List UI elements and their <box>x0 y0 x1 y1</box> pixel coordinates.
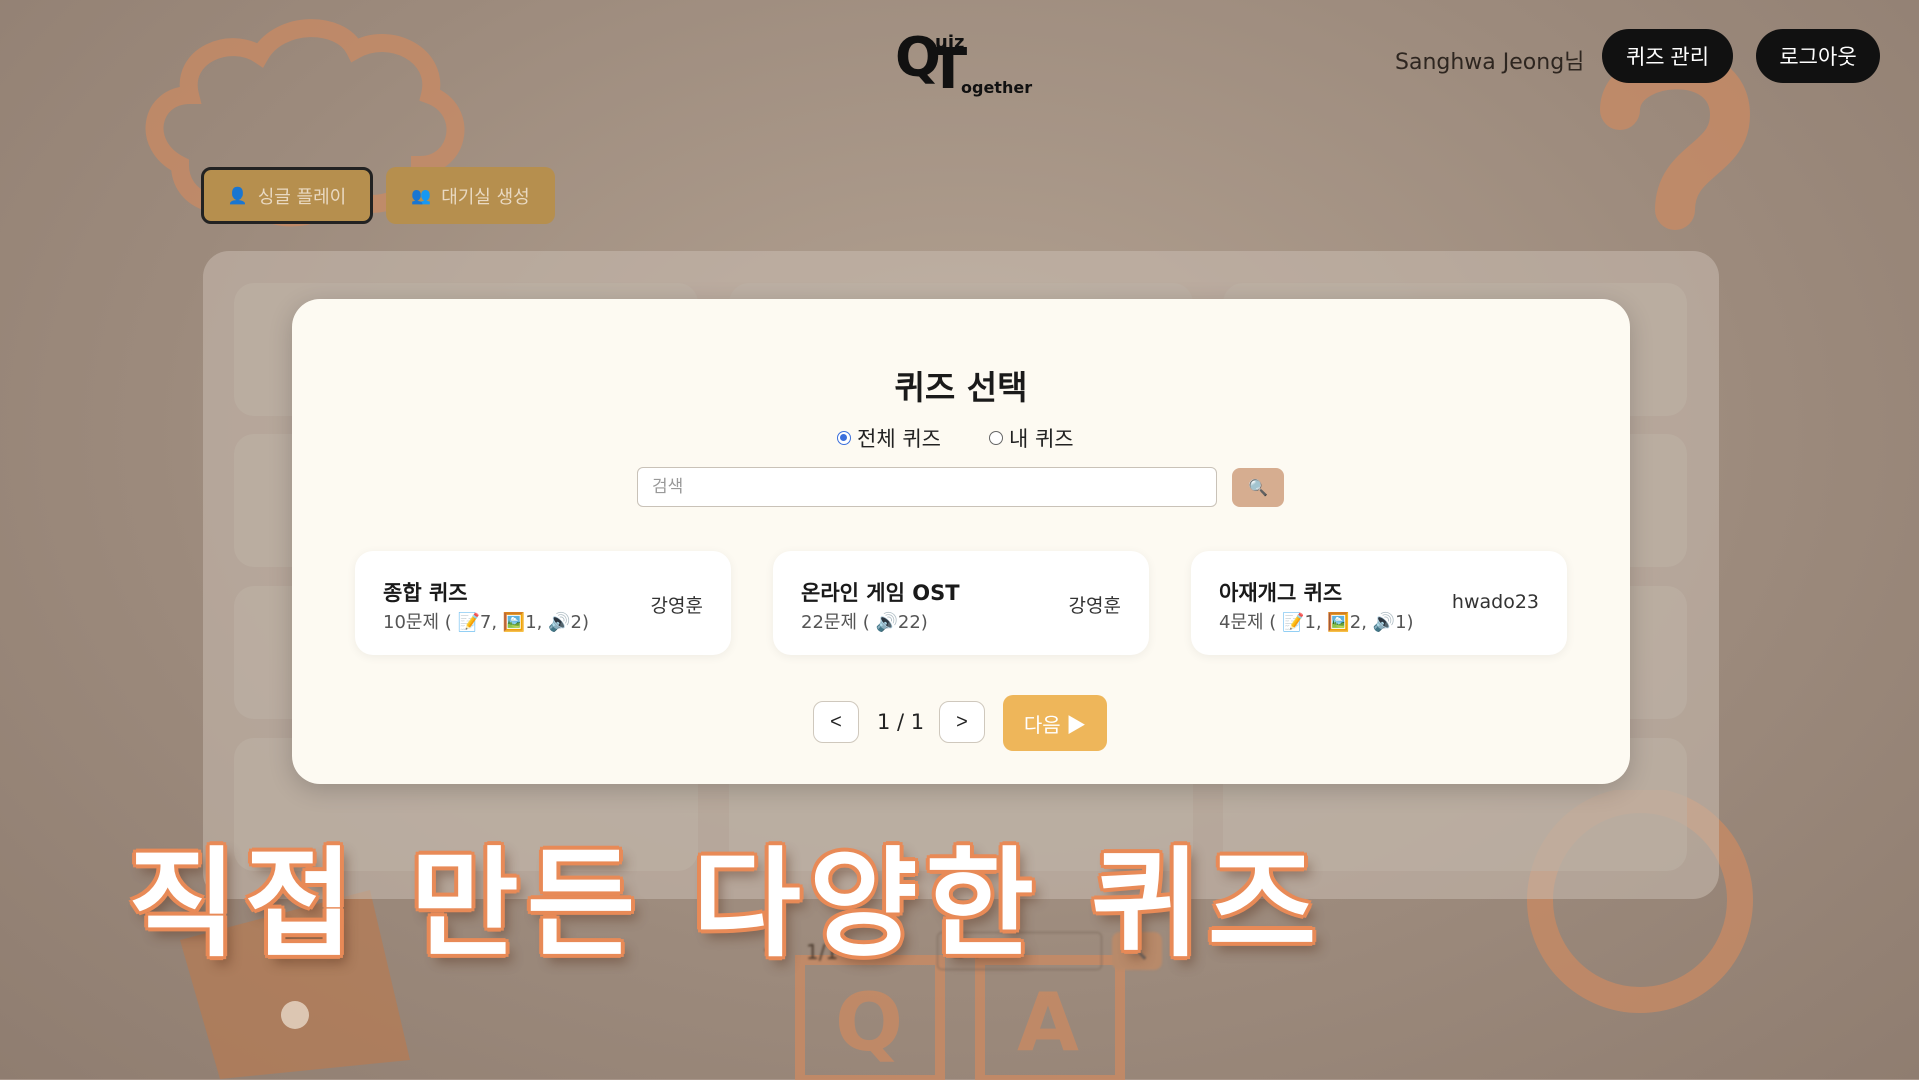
create-room-button[interactable]: 👥 대기실 생성 <box>386 167 555 224</box>
quiz-author: 강영훈 <box>1068 595 1121 617</box>
quiz-author: 강영훈 <box>650 595 703 617</box>
create-room-label: 대기실 생성 <box>441 186 530 208</box>
prev-page-button[interactable]: < <box>813 701 859 743</box>
quiz-search-input[interactable] <box>637 467 1217 507</box>
quiz-meta: 4문제 ( 📝1, 🖼️2, 🔊1) <box>1219 612 1414 633</box>
quiz-card[interactable]: 종합 퀴즈 10문제 ( 📝7, 🖼️1, 🔊2) 강영훈 <box>355 551 731 655</box>
quiz-title: 종합 퀴즈 <box>383 581 468 605</box>
search-button[interactable]: 🔍 <box>1232 468 1284 507</box>
person-icon: 👤 <box>227 186 248 205</box>
logout-button[interactable]: 로그아웃 <box>1756 29 1880 83</box>
svg-text:Q: Q <box>835 976 903 1069</box>
search-icon: 🔍 <box>1248 479 1268 497</box>
modal-title: 퀴즈 선택 <box>894 368 1028 407</box>
quiz-meta: 22문제 ( 🔊22) <box>801 612 928 633</box>
radio-selected-icon <box>837 431 851 445</box>
app-logo[interactable]: Q uiz T ogether <box>895 28 1035 100</box>
quiz-meta: 10문제 ( 📝7, 🖼️1, 🔊2) <box>383 612 589 633</box>
single-play-label: 싱글 플레이 <box>257 186 347 208</box>
promo-caption: 직접 만든 다양한 퀴즈 <box>128 835 1325 973</box>
people-icon: 👥 <box>411 186 432 205</box>
header: Q uiz T ogether Sanghwa Jeong님 퀴즈 관리 로그아… <box>0 0 1919 115</box>
logo-ogether: ogether <box>961 78 1033 97</box>
quiz-select-modal: 퀴즈 선택 전체 퀴즈 내 퀴즈 🔍 종합 퀴즈 10문제 ( 📝7, 🖼️1,… <box>292 299 1630 784</box>
quiz-title: 온라인 게임 OST <box>801 581 960 605</box>
quiz-author: hwado23 <box>1451 591 1539 613</box>
quiz-card[interactable]: 온라인 게임 OST 22문제 ( 🔊22) 강영훈 <box>773 551 1149 655</box>
radio-all-quizzes[interactable]: 전체 퀴즈 <box>837 423 941 453</box>
radio-unselected-icon <box>988 431 1003 445</box>
user-name: Sanghwa Jeong님 <box>1395 50 1585 75</box>
quiz-card[interactable]: 아재개그 퀴즈 4문제 ( 📝1, 🖼️2, 🔊1) hwado23 <box>1191 551 1567 655</box>
quiz-title: 아재개그 퀴즈 <box>1219 581 1343 605</box>
next-page-button[interactable]: > <box>939 701 985 743</box>
single-play-button[interactable]: 👤 싱글 플레이 <box>201 167 373 224</box>
radio-my-quizzes[interactable]: 내 퀴즈 <box>988 423 1074 453</box>
radio-mine-label: 내 퀴즈 <box>1008 427 1074 451</box>
radio-all-label: 전체 퀴즈 <box>857 427 941 451</box>
quiz-filter-radios: 전체 퀴즈 내 퀴즈 <box>837 423 1074 453</box>
page-indicator: 1 / 1 <box>877 710 925 734</box>
next-step-button[interactable]: 다음 ▶ <box>1003 695 1107 751</box>
quiz-manage-button[interactable]: 퀴즈 관리 <box>1602 29 1733 83</box>
svg-text:A: A <box>1017 976 1079 1069</box>
